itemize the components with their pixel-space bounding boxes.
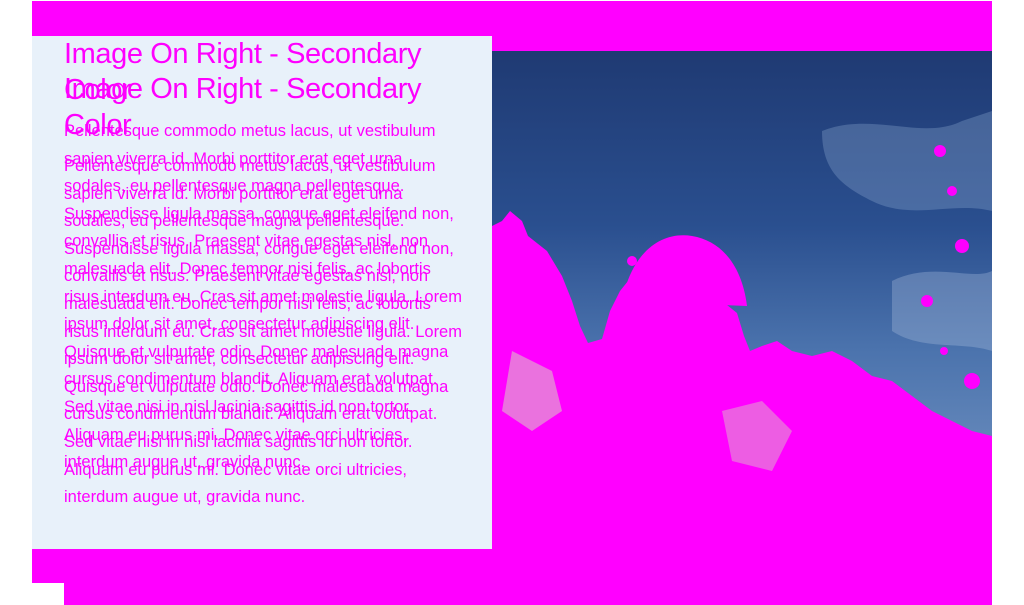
text-card: Image On Right - Secondary Color Pellent… (32, 36, 492, 549)
card-body-duplicate: Pellentesque commodo metus lacus, ut ves… (64, 157, 462, 507)
building-photo (492, 51, 992, 549)
card-title-duplicate: Image On Right - Secondary Color (64, 73, 422, 141)
text-card-content-duplicate: Image On Right - Secondary Color Pellent… (64, 71, 464, 512)
image-right-section: Image On Right - Secondary Color Pellent… (0, 0, 1024, 605)
section-background-bottom (64, 583, 992, 605)
building-silhouette-image (492, 111, 992, 549)
